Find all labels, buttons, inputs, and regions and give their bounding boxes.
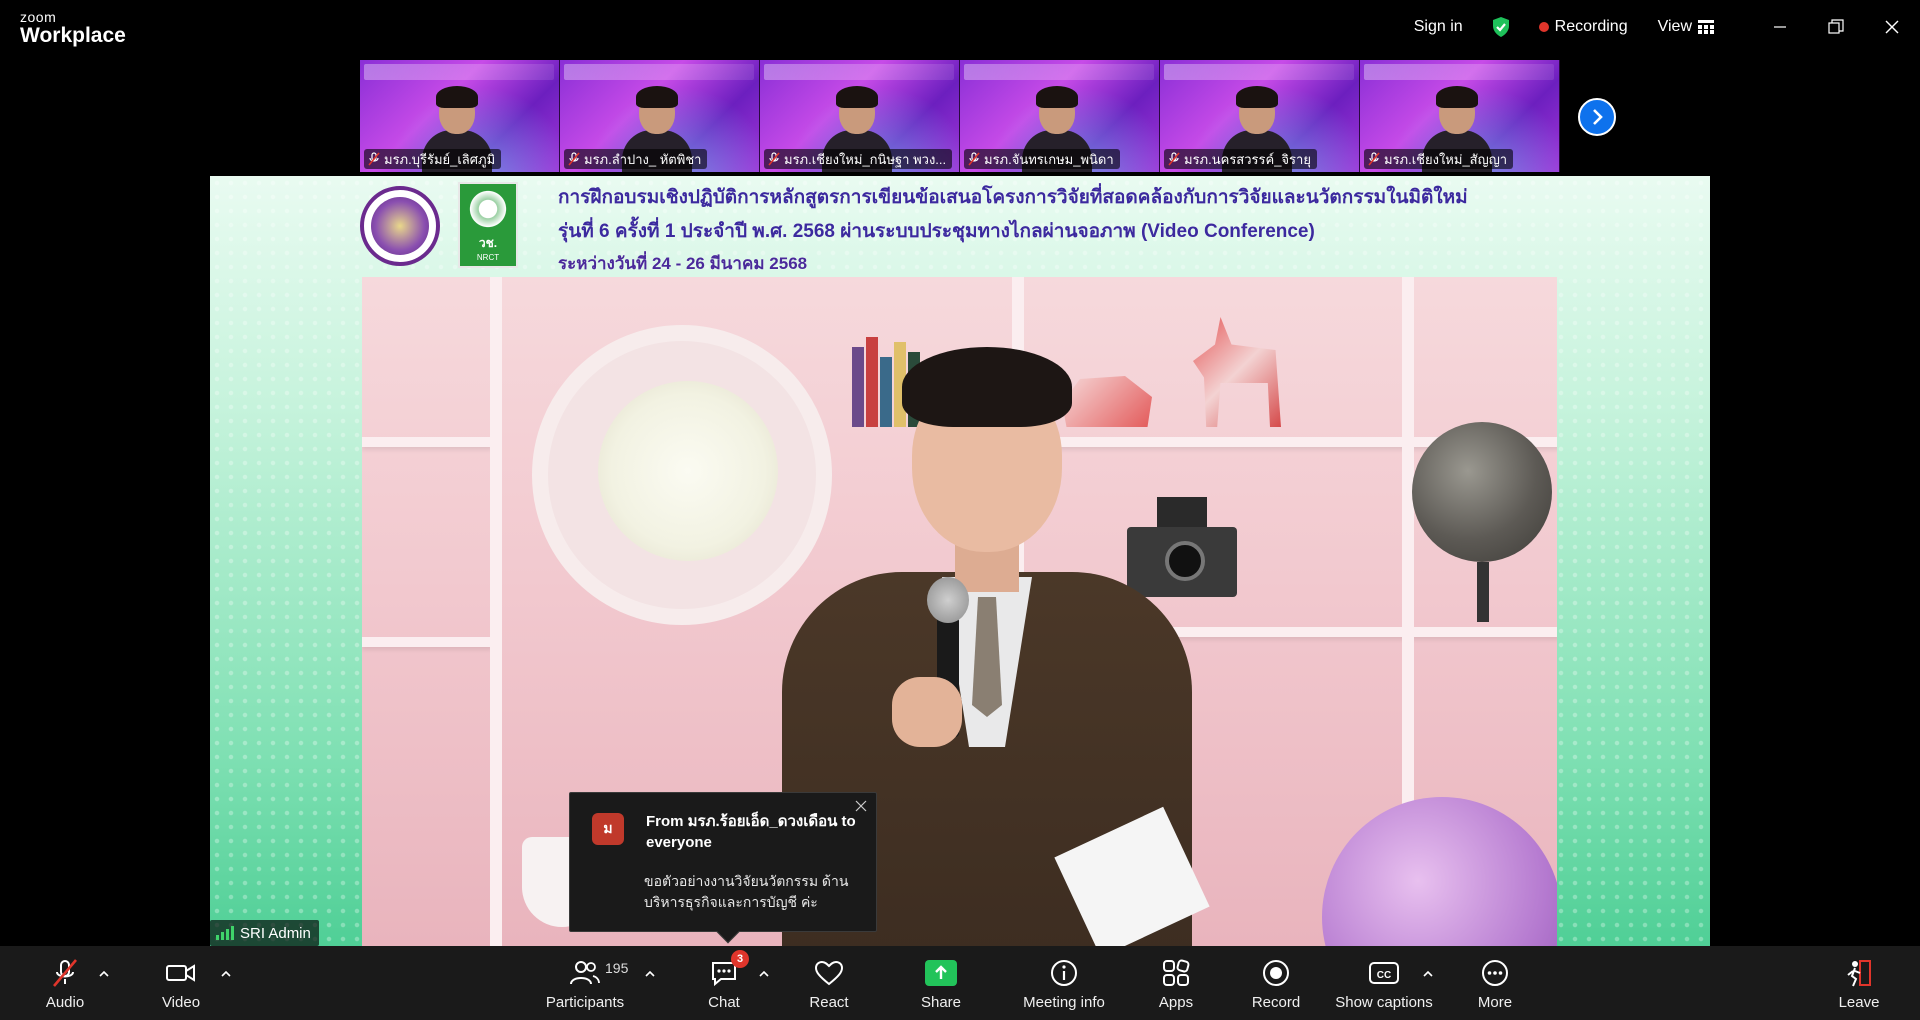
captions-options-caret[interactable] bbox=[1420, 966, 1436, 982]
title-bar: zoom Workplace Sign in Recording View bbox=[0, 0, 1920, 56]
slide-heading-line3: ระหว่างวันที่ 24 - 26 มีนาคม 2568 bbox=[558, 254, 808, 273]
show-captions-button[interactable]: CC Show captions bbox=[1334, 946, 1434, 1020]
signal-strength-icon bbox=[216, 926, 234, 940]
minimize-icon[interactable] bbox=[1752, 0, 1808, 54]
chat-unread-badge: 3 bbox=[731, 950, 749, 968]
chat-notification[interactable]: ม From มรภ.ร้อยเอ็ด_ดวงเดือน to everyone… bbox=[569, 792, 877, 944]
mic-muted-icon bbox=[768, 152, 780, 166]
app-brand: zoom Workplace bbox=[20, 10, 126, 47]
chevron-up-icon bbox=[759, 971, 769, 977]
audio-options-caret[interactable] bbox=[96, 966, 112, 982]
nrct-logo: วช. NRCT bbox=[458, 182, 518, 268]
chat-sender: From มรภ.ร้อยเอ็ด_ดวงเดือน to everyone bbox=[646, 813, 856, 851]
participant-name-label: มรภ.ลำปาง_ หัตพิชา bbox=[564, 149, 708, 169]
mic-muted-icon bbox=[368, 152, 380, 166]
participant-strip: มรภ.บุรีรัมย์_เลิศภูมิ มรภ.ลำปาง_ หัตพิชา… bbox=[360, 60, 1560, 172]
close-icon[interactable] bbox=[852, 797, 870, 815]
participants-button[interactable]: 195 Participants bbox=[540, 946, 630, 1020]
slide-heading-line1: การฝึกอบรมเชิงปฏิบัติการหลักสูตรการเขียน… bbox=[558, 187, 1468, 208]
share-screen-icon bbox=[925, 960, 957, 986]
restore-icon[interactable] bbox=[1808, 0, 1864, 54]
chevron-up-icon bbox=[221, 971, 231, 977]
heart-icon bbox=[814, 960, 844, 986]
chevron-right-icon bbox=[1593, 109, 1603, 125]
close-icon[interactable] bbox=[1864, 0, 1920, 54]
participants-icon bbox=[570, 961, 600, 985]
meeting-toolbar: Audio Video 195 Participants 3 Chat Reac… bbox=[0, 946, 1920, 1020]
mic-muted-icon bbox=[53, 959, 77, 987]
participant-tile[interactable]: มรภ.เชียงใหม่_กนิษฐา พวง... bbox=[760, 60, 960, 172]
participant-name-label: มรภ.เชียงใหม่_กนิษฐา พวง... bbox=[764, 149, 953, 169]
chevron-up-icon bbox=[99, 971, 109, 977]
video-options-caret[interactable] bbox=[218, 966, 234, 982]
video-button[interactable]: Video bbox=[156, 946, 206, 1020]
chat-button[interactable]: 3 Chat bbox=[700, 946, 749, 1020]
participant-tile[interactable]: มรภ.เชียงใหม่_สัญญา bbox=[1360, 60, 1560, 172]
presenter-video bbox=[362, 277, 1557, 946]
brand-big: Workplace bbox=[20, 24, 126, 47]
speaker-name-label: SRI Admin bbox=[210, 920, 319, 946]
recording-dot-icon bbox=[1538, 22, 1549, 32]
leave-button[interactable]: Leave bbox=[1834, 946, 1884, 1020]
video-camera-icon bbox=[166, 964, 195, 982]
recording-indicator[interactable]: Recording bbox=[1538, 18, 1628, 36]
participant-name-label: มรภ.จันทรเกษม_พนิดา bbox=[964, 149, 1120, 169]
participants-count: 195 bbox=[605, 960, 629, 976]
meeting-info-button[interactable]: Meeting info bbox=[1018, 946, 1110, 1020]
participant-tile[interactable]: มรภ.จันทรเกษม_พนิดา bbox=[960, 60, 1160, 172]
sender-avatar: ม bbox=[592, 813, 624, 845]
apps-button[interactable]: Apps bbox=[1150, 946, 1202, 1020]
view-button[interactable]: View bbox=[1658, 18, 1714, 36]
leave-icon bbox=[1847, 960, 1871, 987]
university-logo bbox=[360, 186, 440, 266]
brand-small: zoom bbox=[20, 9, 57, 25]
apps-icon bbox=[1163, 959, 1190, 986]
share-button[interactable]: Share bbox=[916, 946, 966, 1020]
mic-muted-icon bbox=[1368, 152, 1380, 166]
mic-muted-icon bbox=[1168, 152, 1180, 166]
info-icon bbox=[1051, 960, 1077, 986]
participant-name-label: มรภ.นครสวรรค์_จิรายุ bbox=[1164, 149, 1317, 169]
more-button[interactable]: More bbox=[1470, 946, 1520, 1020]
view-label: View bbox=[1657, 18, 1692, 35]
chat-options-caret[interactable] bbox=[756, 966, 772, 982]
svg-text:CC: CC bbox=[1377, 970, 1391, 981]
grid-icon bbox=[1698, 20, 1714, 34]
participant-tile[interactable]: มรภ.บุรีรัมย์_เลิศภูมิ bbox=[360, 60, 560, 172]
participants-options-caret[interactable] bbox=[642, 966, 658, 982]
audio-button[interactable]: Audio bbox=[40, 946, 90, 1020]
participant-name-label: มรภ.บุรีรัมย์_เลิศภูมิ bbox=[364, 149, 502, 169]
record-button[interactable]: Record bbox=[1248, 946, 1304, 1020]
chevron-up-icon bbox=[1423, 971, 1433, 977]
participant-tile[interactable]: มรภ.นครสวรรค์_จิรายุ bbox=[1160, 60, 1360, 172]
recording-label: Recording bbox=[1554, 18, 1628, 35]
mic-muted-icon bbox=[568, 152, 580, 166]
record-icon bbox=[1263, 960, 1289, 986]
sign-in-button[interactable]: Sign in bbox=[1414, 18, 1463, 36]
participant-name-label: มรภ.เชียงใหม่_สัญญา bbox=[1364, 149, 1514, 169]
main-video[interactable]: วช. NRCT การฝึกอบรมเชิงปฏิบัติการหลักสูต… bbox=[210, 176, 1710, 946]
chevron-up-icon bbox=[645, 971, 655, 977]
shield-check-icon[interactable] bbox=[1491, 16, 1511, 38]
participant-tile[interactable]: มรภ.ลำปาง_ หัตพิชา bbox=[560, 60, 760, 172]
slide-heading-line2: รุ่นที่ 6 ครั้งที่ 1 ประจำปี พ.ศ. 2568 ผ… bbox=[558, 221, 1315, 242]
closed-captions-icon: CC bbox=[1369, 962, 1399, 984]
more-dots-icon bbox=[1482, 960, 1508, 986]
react-button[interactable]: React bbox=[804, 946, 854, 1020]
mic-muted-icon bbox=[968, 152, 980, 166]
chat-message: ขอตัวอย่างงานวิจัยนวัตกรรม ด้านบริหารธุร… bbox=[644, 873, 849, 910]
next-page-button[interactable] bbox=[1578, 98, 1616, 136]
